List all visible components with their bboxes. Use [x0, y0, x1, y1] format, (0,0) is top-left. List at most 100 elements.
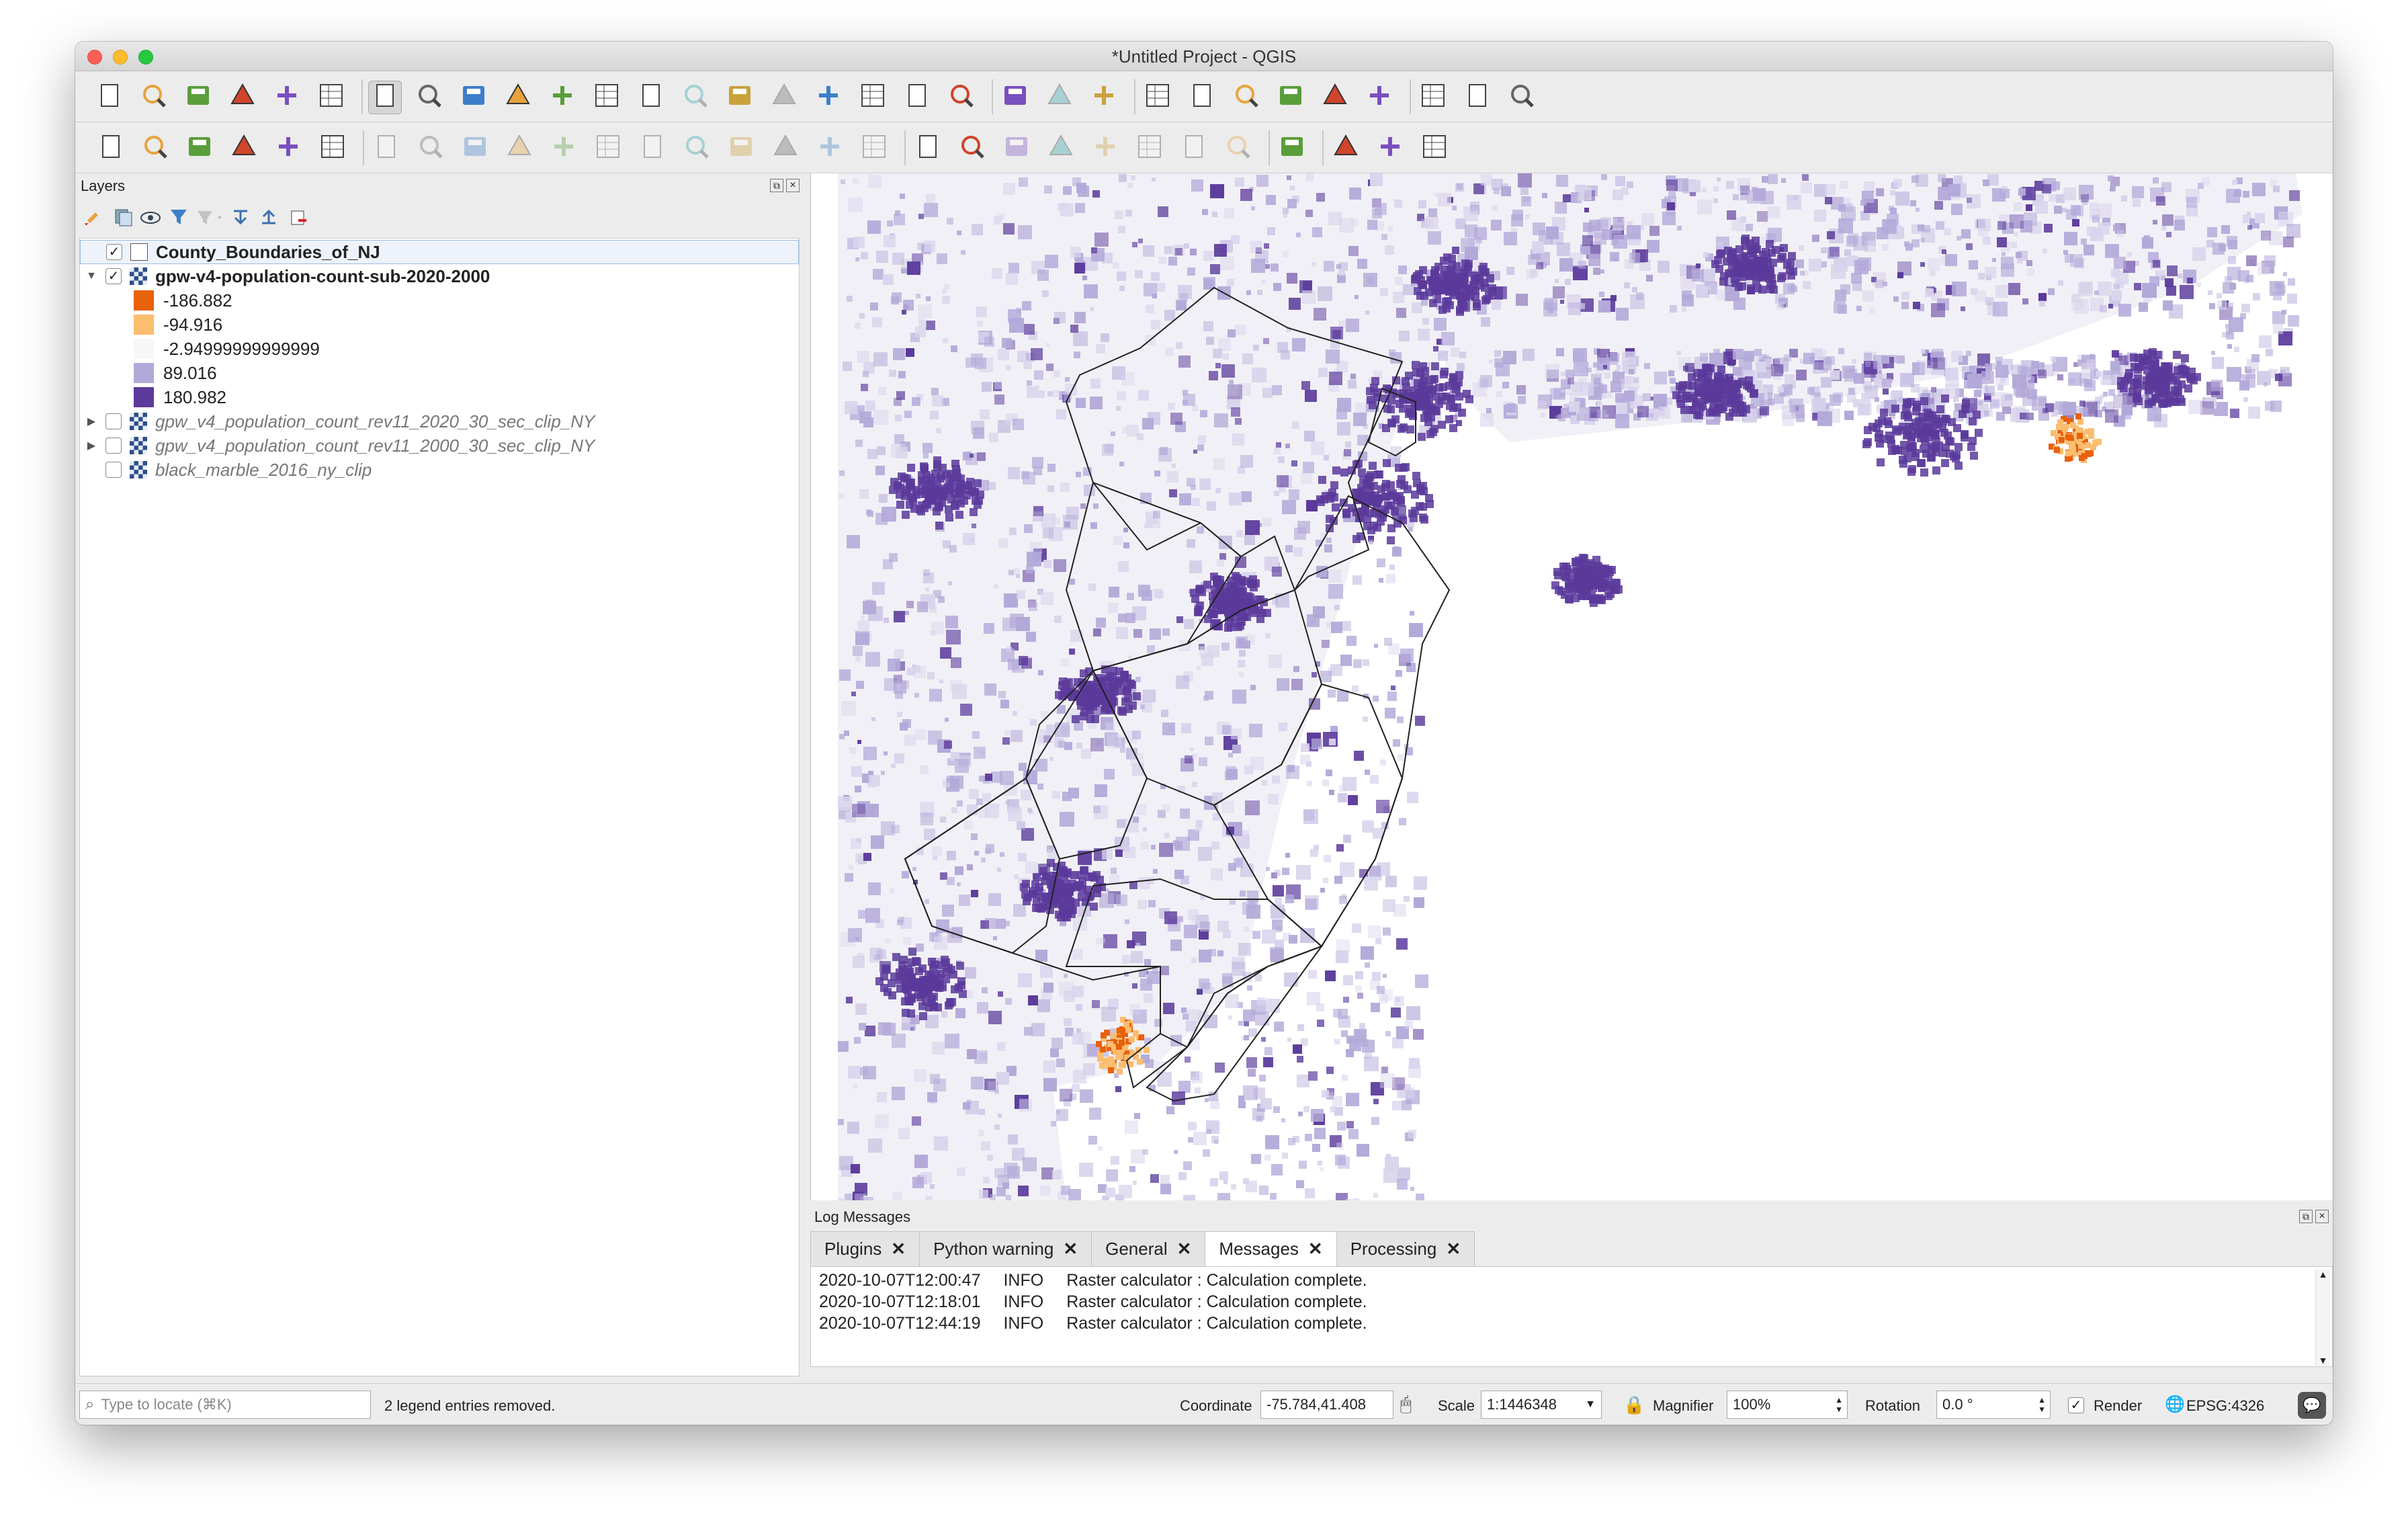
- raster-cell: [1041, 877, 1049, 885]
- edits-button[interactable]: [370, 132, 403, 165]
- raster-cell: [844, 731, 849, 736]
- float-panel-icon[interactable]: ⧉: [770, 179, 783, 192]
- highlight-label-icon: [1046, 132, 1076, 166]
- digitize-button[interactable]: [227, 132, 261, 165]
- move-label-button[interactable]: [1133, 132, 1166, 165]
- copy-features-button[interactable]: [724, 132, 758, 165]
- expand-all-icon[interactable]: [234, 210, 247, 225]
- minimize-window-button[interactable]: [113, 50, 128, 65]
- new-bookmark-button[interactable]: [856, 81, 890, 114]
- label-tool-button[interactable]: [911, 132, 945, 165]
- expand-arrow-icon[interactable]: ▼: [80, 270, 103, 282]
- show-hide-label-button[interactable]: [1088, 132, 1122, 165]
- help-button[interactable]: [1418, 132, 1451, 165]
- raster-cell: [1004, 593, 1018, 608]
- save-edits-button[interactable]: [458, 132, 492, 165]
- layer-visibility-checkbox[interactable]: [105, 438, 122, 454]
- modify-attributes-button[interactable]: [591, 132, 625, 165]
- raster-cell: [918, 501, 926, 509]
- collapse-arrow-icon[interactable]: ▶: [80, 415, 103, 428]
- toggle-editing-button[interactable]: [414, 132, 447, 165]
- measure-button[interactable]: [1416, 81, 1450, 114]
- annotation-button[interactable]: [1505, 81, 1539, 114]
- layer-row[interactable]: ▶ gpw_v4_population_count_rev11_2020_30_s…: [80, 409, 799, 433]
- remove-layer-icon[interactable]: [291, 210, 306, 225]
- vertex-tool-button[interactable]: [547, 132, 580, 165]
- zoom-last-button[interactable]: [723, 81, 757, 114]
- new-project-button[interactable]: [93, 81, 126, 114]
- paste-features-button[interactable]: [769, 132, 802, 165]
- raster-cell: [1817, 411, 1832, 426]
- visibility-icon[interactable]: [140, 212, 161, 224]
- open-project-button[interactable]: [137, 81, 171, 114]
- data-source-manager-button[interactable]: [94, 132, 128, 165]
- filter-legend-icon[interactable]: [198, 211, 222, 224]
- add-group-icon[interactable]: [115, 209, 132, 226]
- zoom-next-button[interactable]: [767, 81, 801, 114]
- new-virtual-layer-button[interactable]: [316, 132, 349, 165]
- redo-button[interactable]: [857, 132, 891, 165]
- change-label-button[interactable]: [1221, 132, 1255, 165]
- rotate-label-button[interactable]: [1177, 132, 1211, 165]
- map-tips-button[interactable]: [1461, 81, 1494, 114]
- raster-cell: [1331, 622, 1342, 633]
- highlight-label-button[interactable]: [1044, 132, 1078, 165]
- new-map-view-button[interactable]: [812, 81, 845, 114]
- style-layer-icon[interactable]: [85, 212, 98, 226]
- layer-visibility-checkbox[interactable]: ✓: [105, 268, 122, 284]
- raster-cell: [1962, 399, 1970, 407]
- close-panel-icon[interactable]: ×: [786, 179, 800, 192]
- pan-to-selection-button[interactable]: [413, 81, 446, 114]
- style-manager-button[interactable]: [314, 81, 348, 114]
- delete-selected-button[interactable]: [636, 132, 669, 165]
- statistical-summary-button[interactable]: [1363, 81, 1396, 114]
- collapse-all-icon[interactable]: [262, 209, 275, 224]
- processing-toolbox-button[interactable]: [1318, 81, 1352, 114]
- raster-cell: [1227, 279, 1234, 286]
- refresh-button[interactable]: [945, 81, 978, 114]
- new-geopackage-button[interactable]: [138, 132, 172, 165]
- run-action-button[interactable]: [1043, 81, 1076, 114]
- save-project-button[interactable]: [181, 81, 215, 114]
- filter-icon[interactable]: [171, 210, 187, 224]
- pan-button[interactable]: [368, 81, 402, 114]
- python-button[interactable]: [1329, 132, 1363, 165]
- zoom-full-button[interactable]: [546, 81, 579, 114]
- project-properties-button[interactable]: [270, 81, 304, 114]
- save-as-button[interactable]: [226, 81, 259, 114]
- new-temp-layer-button[interactable]: [271, 132, 305, 165]
- zoom-native-button[interactable]: [679, 81, 712, 114]
- zoom-window-button[interactable]: [138, 50, 153, 65]
- zoom-to-selection-button[interactable]: [590, 81, 624, 114]
- binoculars-button[interactable]: [1373, 132, 1407, 165]
- map-canvas[interactable]: [810, 173, 2333, 1214]
- cut-features-button[interactable]: [680, 132, 714, 165]
- new-shapefile-button[interactable]: [183, 132, 216, 165]
- layer-visibility-checkbox[interactable]: [105, 413, 122, 429]
- open-attribute-table-button[interactable]: [1141, 81, 1174, 114]
- zoom-to-layer-button[interactable]: [634, 81, 668, 114]
- collapse-arrow-icon[interactable]: ▶: [80, 439, 103, 452]
- layer-visibility-checkbox[interactable]: ✓: [106, 244, 122, 260]
- layer-row[interactable]: black_marble_2016_ny_clip: [80, 458, 799, 482]
- zoom-out-button[interactable]: [501, 81, 535, 114]
- field-calculator-button[interactable]: [1274, 81, 1307, 114]
- layer-row[interactable]: ▼ ✓ gpw-v4-population-count-sub-2020-2000: [80, 264, 799, 288]
- layer-row[interactable]: ▶ gpw_v4_population_count_rev11_2000_30_s…: [80, 433, 799, 458]
- add-feature-button[interactable]: [503, 132, 536, 165]
- layer-row[interactable]: ✓ County_Boundaries_of_NJ: [80, 240, 799, 264]
- raster-cell: [1172, 464, 1176, 468]
- diagram-button[interactable]: [955, 132, 989, 165]
- close-window-button[interactable]: [87, 50, 102, 65]
- attribute-table-button[interactable]: [1230, 81, 1263, 114]
- identify-button[interactable]: [998, 81, 1032, 114]
- show-bookmarks-button[interactable]: [900, 81, 934, 114]
- select-features-button[interactable]: [1087, 81, 1121, 114]
- globe-button[interactable]: [1275, 132, 1309, 165]
- undo-button[interactable]: [813, 132, 847, 165]
- pin-label-button[interactable]: [1000, 132, 1033, 165]
- deselect-button[interactable]: [1185, 81, 1219, 114]
- raster-cell: [942, 905, 954, 917]
- layer-visibility-checkbox[interactable]: [105, 462, 122, 478]
- zoom-in-button[interactable]: [457, 81, 490, 114]
